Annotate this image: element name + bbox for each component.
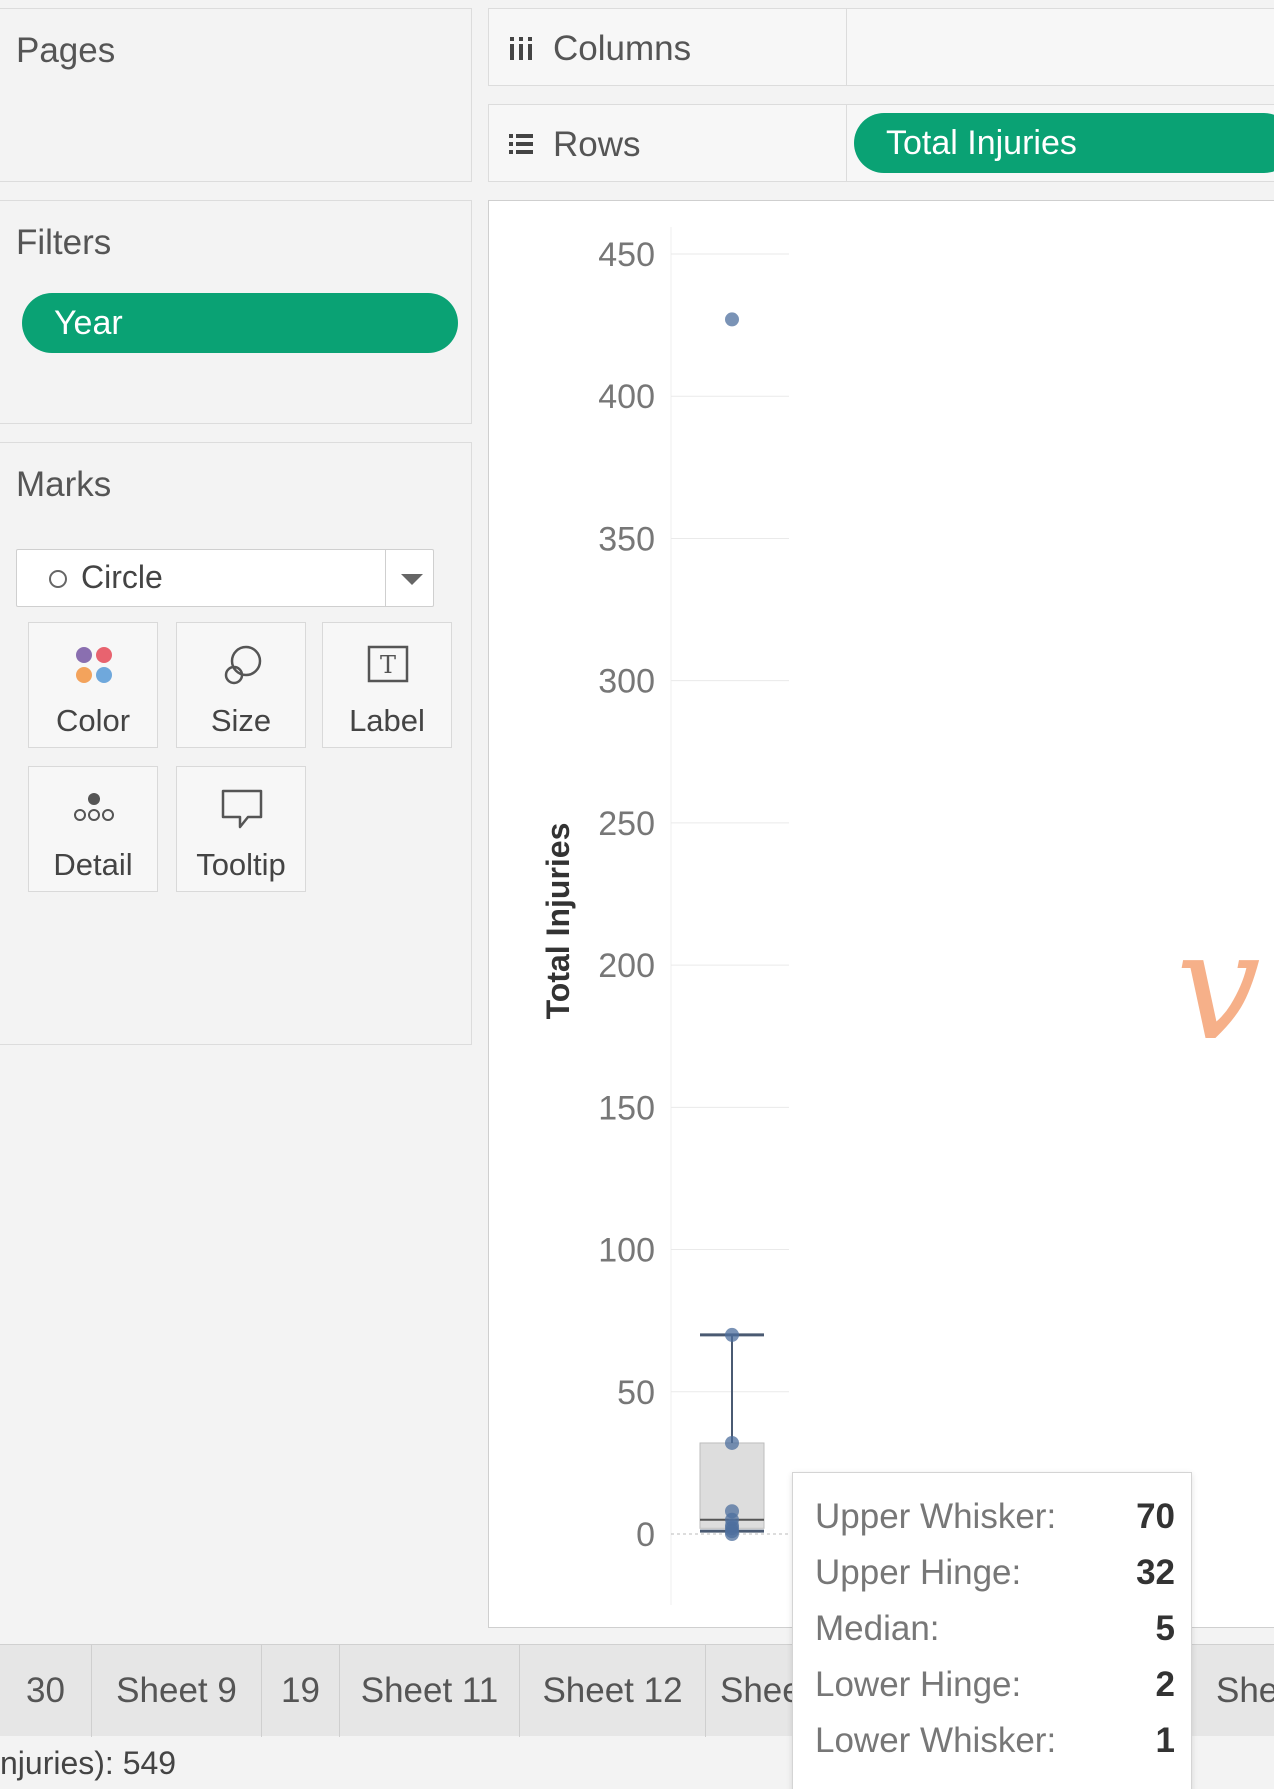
sheet-tab[interactable]: Sheet 11: [340, 1645, 520, 1737]
columns-shelf[interactable]: Columns: [488, 8, 1274, 86]
y-tick-label: 50: [617, 1374, 655, 1412]
marks-label-button[interactable]: T Label: [322, 622, 452, 748]
rows-label: Rows: [553, 125, 641, 164]
sheet-tab[interactable]: Sheet 12: [520, 1645, 706, 1737]
sheet-tab[interactable]: Sheet 9: [92, 1645, 262, 1737]
rows-pill-total-injuries[interactable]: Total Injuries: [854, 113, 1274, 173]
box-plot-tooltip: Upper Whisker: 70 Upper Hinge: 32 Median…: [792, 1472, 1192, 1789]
marks-size-label: Size: [210, 703, 272, 738]
marks-color-button[interactable]: Color: [28, 622, 158, 748]
y-tick-label: 200: [598, 947, 655, 985]
tooltip-row: Median: 5: [815, 1609, 1175, 1659]
detail-dots-icon: [74, 793, 114, 821]
size-icon: [224, 645, 262, 685]
sheet-tab[interactable]: 19: [262, 1645, 340, 1737]
tooltip-value: 2: [1155, 1665, 1175, 1704]
chevron-down-icon[interactable]: [401, 574, 423, 585]
box-plot-chart: 0 50 100 150 200 250 300 350 400 450 Total Injurie…: [540, 227, 789, 1605]
data-point: [725, 1435, 739, 1450]
tooltip-row: Lower Whisker: 1: [815, 1721, 1175, 1771]
tooltip-value: 5: [1155, 1609, 1175, 1648]
sheet-tab-label: 30: [26, 1671, 65, 1710]
y-tick-label: 100: [598, 1232, 655, 1270]
sheet-tab-label: Sheet 11: [360, 1671, 499, 1710]
sheet-tab[interactable]: She: [1196, 1645, 1274, 1737]
tooltip-key: Upper Hinge:: [815, 1553, 1022, 1592]
filters-card: Filters Year: [0, 200, 472, 424]
dropdown-divider: [385, 550, 386, 606]
pages-card: Pages: [0, 8, 472, 182]
circle-mark-icon: [49, 570, 67, 588]
tooltip-row: Upper Hinge: 32: [815, 1553, 1175, 1603]
tableau-worksheet: Pages Filters Year Marks Circle Color Si…: [0, 0, 1274, 1789]
sheet-tab-label: Sheet 9: [116, 1671, 237, 1710]
tooltip-key: Upper Whisker:: [815, 1497, 1057, 1536]
data-point: [725, 312, 739, 327]
mark-type-label: Circle: [81, 559, 163, 595]
tooltip-row: Upper Whisker: 70: [815, 1497, 1175, 1547]
text-label-icon: T: [367, 645, 409, 683]
y-tick-label: 400: [598, 378, 655, 416]
watermark-logo: v: [1176, 900, 1261, 1074]
status-summary: njuries): 549: [0, 1745, 177, 1781]
marks-tooltip-button[interactable]: Tooltip: [176, 766, 306, 892]
y-tick-label: 450: [598, 236, 655, 274]
rows-shelf-header: Rows: [489, 105, 847, 181]
y-tick-label: 350: [598, 520, 655, 558]
columns-label: Columns: [553, 29, 692, 68]
sheet-tab-label: 19: [281, 1671, 320, 1710]
speech-bubble-icon: [221, 789, 263, 829]
y-tick-label: 0: [636, 1516, 655, 1554]
sheet-tab-label: She: [1216, 1671, 1274, 1710]
marks-label-label: Label: [349, 703, 425, 738]
data-point: [725, 1527, 739, 1541]
marks-color-label: Color: [55, 703, 131, 738]
data-point: [725, 1327, 739, 1342]
tooltip-value: 1: [1155, 1721, 1175, 1760]
sheet-tab[interactable]: 30: [0, 1645, 92, 1737]
svg-text:T: T: [380, 651, 396, 679]
tooltip-key: Lower Whisker:: [815, 1721, 1057, 1760]
filters-title: Filters: [16, 223, 112, 262]
pages-title: Pages: [16, 31, 116, 70]
sheet-tab-label: Shee: [720, 1671, 802, 1710]
marks-detail-button[interactable]: Detail: [28, 766, 158, 892]
tooltip-key: Median:: [815, 1609, 940, 1648]
rows-icon: [509, 134, 533, 154]
columns-icon: [510, 37, 532, 60]
chart-view: 0 50 100 150 200 250 300 350 400 450 Total Injurie…: [488, 200, 1274, 1628]
filter-pill-year[interactable]: Year: [22, 293, 458, 353]
y-axis-title: Total Injuries: [540, 823, 576, 1020]
mark-type-dropdown[interactable]: Circle: [16, 549, 434, 607]
tooltip-row: Lower Hinge: 2: [815, 1665, 1175, 1715]
y-tick-label: 300: [598, 663, 655, 701]
marks-title: Marks: [16, 465, 112, 504]
color-palette-icon: [76, 647, 112, 683]
columns-shelf-header: Columns: [489, 9, 847, 85]
y-tick-label: 150: [598, 1089, 655, 1127]
tooltip-value: 32: [1136, 1553, 1175, 1592]
rows-shelf[interactable]: Rows Total Injuries: [488, 104, 1274, 182]
sheet-tab-label: Sheet 12: [542, 1671, 683, 1710]
marks-detail-label: Detail: [53, 847, 133, 882]
y-tick-label: 250: [598, 805, 655, 843]
filter-pill-label: Year: [54, 303, 123, 342]
marks-card: Marks Circle Color Size T Label Detail T…: [0, 442, 472, 1045]
tooltip-key: Lower Hinge:: [815, 1665, 1022, 1704]
rows-pill-label: Total Injuries: [886, 123, 1077, 162]
marks-tooltip-label: Tooltip: [196, 847, 286, 882]
marks-size-button[interactable]: Size: [176, 622, 306, 748]
tooltip-value: 70: [1136, 1497, 1175, 1536]
